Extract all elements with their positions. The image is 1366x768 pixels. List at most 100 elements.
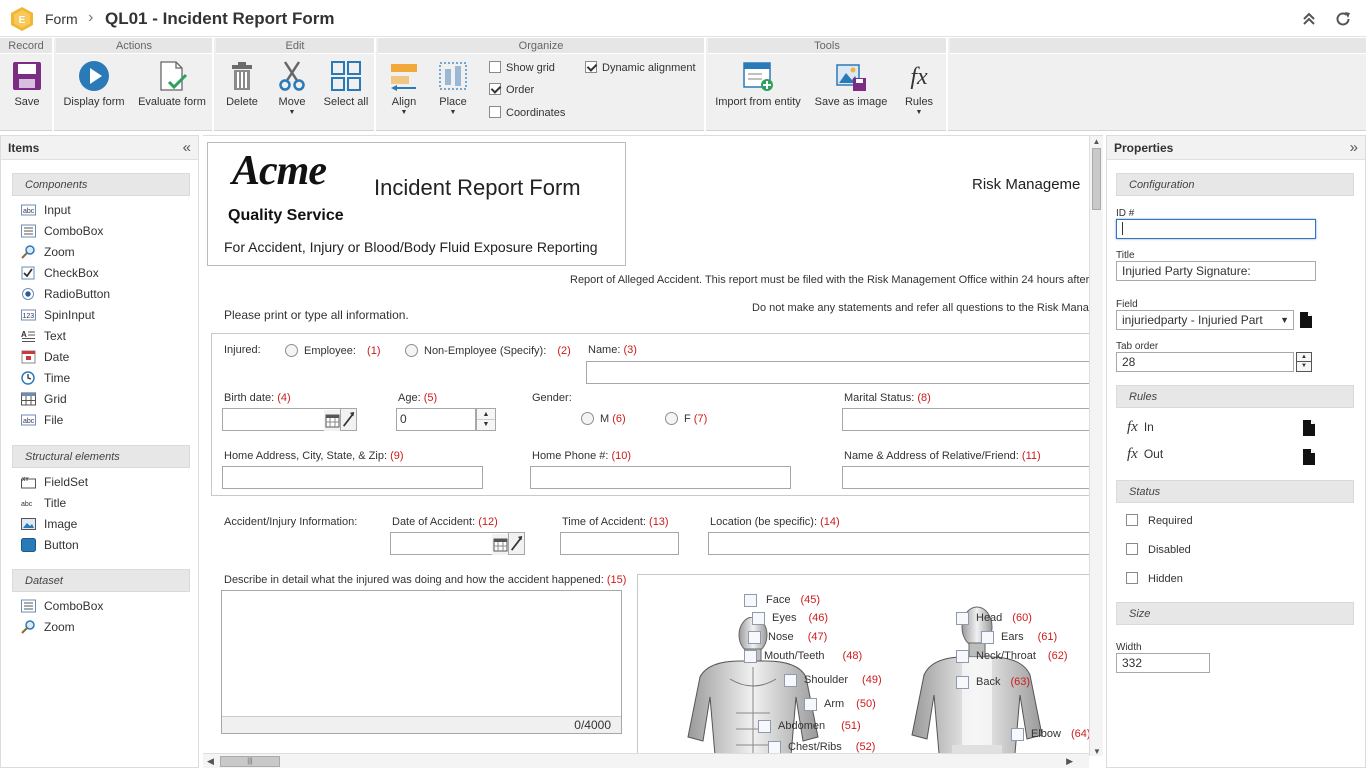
name-input[interactable] — [586, 361, 1103, 384]
male-radio-circle[interactable] — [581, 412, 594, 425]
vertical-scrollbar[interactable]: ▲ ▼ — [1089, 136, 1103, 756]
tab-order-input[interactable]: 28 — [1116, 352, 1294, 372]
spin-up-icon[interactable]: ▲ — [477, 409, 495, 420]
item-checkbox[interactable]: CheckBox — [21, 263, 99, 283]
field-document-icon[interactable] — [1298, 311, 1314, 329]
body-part-checkbox[interactable] — [758, 720, 771, 733]
female-radio[interactable]: F (7) — [665, 412, 707, 425]
rule-out[interactable]: fx Out — [1127, 446, 1163, 463]
refresh-icon[interactable] — [1334, 10, 1352, 28]
item-title[interactable]: abc Title — [21, 493, 66, 513]
home-phone-input[interactable] — [530, 466, 791, 489]
collapse-right-icon[interactable]: » — [1350, 136, 1358, 160]
male-radio[interactable]: M (6) — [581, 412, 626, 425]
relative-input[interactable] — [842, 466, 1103, 489]
horizontal-scrollbar[interactable]: ◀ ||| ▶ — [203, 753, 1089, 768]
form-header-box[interactable]: Acme Quality Service Incident Report For… — [207, 142, 626, 266]
hidden-box[interactable] — [1126, 572, 1138, 584]
tab-order-spinner[interactable]: ▲ ▼ — [1296, 352, 1312, 372]
move-button[interactable]: Move ▼ — [274, 60, 310, 116]
disabled-checkbox[interactable]: Disabled — [1126, 543, 1191, 556]
save-button[interactable]: Save — [9, 60, 45, 108]
item-input[interactable]: abc Input — [21, 200, 71, 220]
item-zoom[interactable]: Zoom — [21, 617, 75, 637]
item-button[interactable]: Button — [21, 535, 79, 555]
import-from-entity-button[interactable]: Import from entity — [714, 60, 802, 108]
body-part-checkbox[interactable] — [1011, 728, 1024, 741]
dynamic-alignment-box[interactable] — [585, 61, 597, 73]
horizontal-scroll-thumb[interactable]: ||| — [220, 756, 280, 767]
item-fieldset[interactable]: XY FieldSet — [21, 472, 88, 492]
id-input[interactable] — [1116, 219, 1316, 239]
clear-date-icon[interactable] — [340, 408, 357, 431]
body-part-checkbox[interactable] — [981, 631, 994, 644]
spin-up-icon[interactable]: ▲ — [1297, 353, 1311, 362]
item-combobox[interactable]: ComboBox — [21, 221, 103, 241]
breadcrumb-form[interactable]: Form — [45, 11, 78, 27]
align-button[interactable]: Align ▼ — [388, 60, 420, 116]
evaluate-form-button[interactable]: Evaluate form — [136, 60, 208, 108]
non-employee-radio-circle[interactable] — [405, 344, 418, 357]
scroll-up-icon[interactable]: ▲ — [1090, 136, 1103, 148]
item-zoom[interactable]: Zoom — [21, 242, 75, 262]
save-as-image-button[interactable]: Save as image — [812, 60, 890, 108]
body-part-checkbox[interactable] — [804, 698, 817, 711]
hidden-checkbox[interactable]: Hidden — [1126, 572, 1183, 585]
body-part-checkbox[interactable] — [784, 674, 797, 687]
calendar-icon[interactable] — [492, 534, 509, 555]
time-accident-input[interactable] — [560, 532, 679, 555]
move-dropdown-icon[interactable]: ▼ — [274, 109, 310, 116]
marital-status-input[interactable] — [842, 408, 1103, 431]
coordinates-box[interactable] — [489, 106, 501, 118]
calendar-icon[interactable] — [324, 410, 341, 431]
body-part-checkbox[interactable] — [744, 650, 757, 663]
align-dropdown-icon[interactable]: ▼ — [388, 109, 420, 116]
describe-textarea[interactable]: 0/4000 — [221, 590, 622, 734]
item-date[interactable]: Date — [21, 347, 69, 367]
show-grid-checkbox[interactable]: Show grid — [489, 61, 555, 74]
vertical-scroll-thumb[interactable] — [1092, 148, 1101, 210]
rule-out-document-icon[interactable] — [1301, 448, 1317, 466]
display-form-button[interactable]: Display form — [60, 60, 128, 108]
item-combobox[interactable]: ComboBox — [21, 596, 103, 616]
rules-dropdown-icon[interactable]: ▼ — [900, 109, 938, 116]
body-part-checkbox[interactable] — [748, 631, 761, 644]
spin-down-icon[interactable]: ▼ — [1297, 362, 1311, 371]
home-address-input[interactable] — [222, 466, 483, 489]
employee-radio[interactable]: Employee: (1) — [285, 344, 381, 357]
app-logo-icon[interactable]: E — [9, 6, 35, 32]
place-dropdown-icon[interactable]: ▼ — [436, 109, 470, 116]
order-checkbox[interactable]: Order — [489, 83, 534, 96]
body-diagram-box[interactable]: Face (45) Eyes (46) Nose (47) Mouth/Teeth (48) S… — [637, 574, 1103, 768]
delete-button[interactable]: Delete — [224, 60, 260, 108]
birth-date-input[interactable] — [222, 408, 342, 431]
body-part-checkbox[interactable] — [752, 612, 765, 625]
item-radiobutton[interactable]: RadioButton — [21, 284, 110, 304]
title-input[interactable]: Injuried Party Signature: — [1116, 261, 1316, 281]
spin-down-icon[interactable]: ▼ — [477, 420, 495, 430]
scroll-left-icon[interactable]: ◀ — [207, 756, 214, 767]
required-box[interactable] — [1126, 514, 1138, 526]
item-grid[interactable]: Grid — [21, 389, 67, 409]
body-part-checkbox[interactable] — [956, 650, 969, 663]
date-accident-input[interactable] — [390, 532, 510, 555]
body-part-checkbox[interactable] — [956, 612, 969, 625]
female-radio-circle[interactable] — [665, 412, 678, 425]
scroll-down-icon[interactable]: ▼ — [1090, 747, 1103, 756]
width-input[interactable]: 332 — [1116, 653, 1210, 673]
age-spin-input[interactable]: 0 — [396, 408, 476, 431]
item-time[interactable]: Time — [21, 368, 70, 388]
age-spinner[interactable]: ▲ ▼ — [476, 408, 496, 431]
location-input[interactable] — [708, 532, 1103, 555]
body-part-checkbox[interactable] — [956, 676, 969, 689]
dynamic-alignment-checkbox[interactable]: Dynamic alignment — [585, 61, 696, 74]
non-employee-radio[interactable]: Non-Employee (Specify): (2) — [405, 344, 571, 357]
required-checkbox[interactable]: Required — [1126, 514, 1193, 527]
select-all-button[interactable]: Select all — [320, 60, 372, 108]
item-text[interactable]: A Text — [21, 326, 66, 346]
coordinates-checkbox[interactable]: Coordinates — [489, 106, 565, 119]
rules-button[interactable]: fx Rules ▼ — [900, 60, 938, 116]
clear-date-icon[interactable] — [508, 532, 525, 555]
employee-radio-circle[interactable] — [285, 344, 298, 357]
disabled-box[interactable] — [1126, 543, 1138, 555]
